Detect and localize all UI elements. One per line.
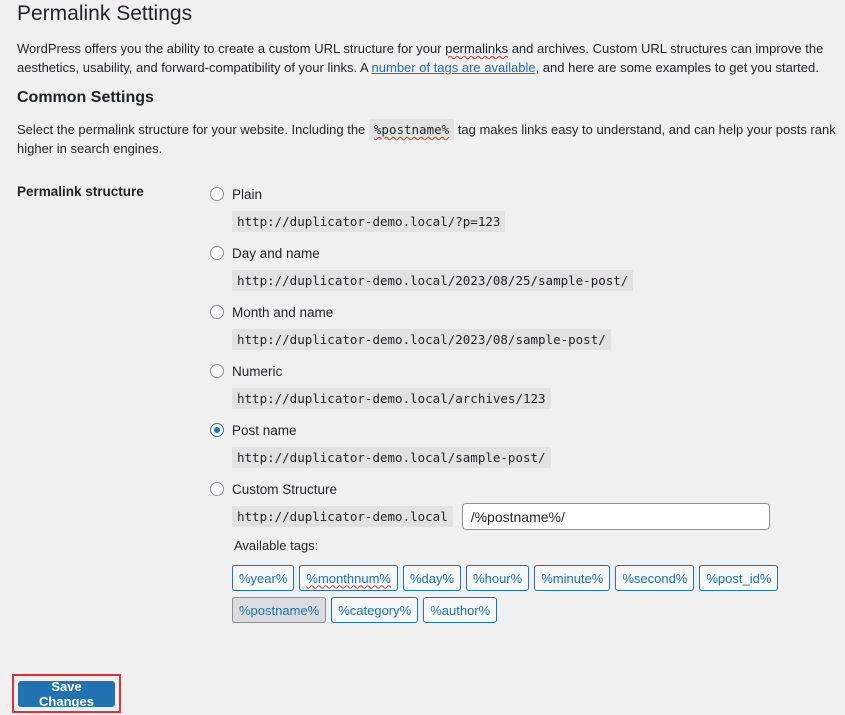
intro-text-part: WordPress offers you the ability to crea… [17, 41, 446, 56]
option-label: Numeric [232, 363, 283, 379]
example-url: http://duplicator-demo.local/?p=123 [232, 211, 506, 232]
option-label: Post name [232, 422, 297, 438]
example-url: http://duplicator-demo.local/archives/12… [232, 388, 551, 409]
custom-base-url: http://duplicator-demo.local [232, 506, 453, 527]
option-label: Plain [232, 186, 263, 202]
radio-custom-structure[interactable] [210, 482, 224, 496]
tag-year-button[interactable]: %year% [232, 565, 295, 591]
option-label: Custom Structure [232, 481, 338, 497]
option-label: Day and name [232, 245, 320, 261]
tag-post-id-button[interactable]: %post_id% [699, 565, 779, 591]
description-part: Select the permalink structure for your … [17, 122, 369, 137]
tag-label: %monthnum% [306, 570, 391, 586]
permalink-settings-page: Permalink Settings WordPress offers you … [17, 0, 845, 715]
tags-available-link[interactable]: number of tags are available [372, 60, 536, 75]
intro-text-part: permalinks [445, 41, 509, 56]
page-title: Permalink Settings [17, 2, 193, 25]
option-month-and-name[interactable]: Month and name http://duplicator-demo.lo… [210, 302, 611, 350]
intro-text: WordPress offers you the ability to crea… [17, 39, 837, 77]
tag-row: %year% %monthnum% %day% %hour% %minute% … [232, 565, 792, 591]
option-day-and-name[interactable]: Day and name http://duplicator-demo.loca… [210, 243, 634, 291]
option-label: Month and name [232, 304, 334, 320]
custom-structure-input[interactable]: /%postname%/ [461, 503, 770, 530]
tag-postname-button[interactable]: %postname% [232, 597, 327, 623]
option-post-name[interactable]: Post name http://duplicator-demo.local/s… [210, 420, 551, 468]
tag-category-button[interactable]: %category% [331, 597, 419, 623]
radio-plain[interactable] [210, 187, 224, 201]
radio-day-and-name[interactable] [210, 246, 224, 260]
custom-structure-row: http://duplicator-demo.local /%postname%… [232, 503, 770, 530]
available-tags-label: Available tags: [234, 538, 319, 553]
tag-minute-button[interactable]: %minute% [534, 565, 611, 591]
common-settings-heading: Common Settings [17, 89, 154, 106]
intro-text-part: , and here are some examples to get you … [535, 60, 819, 75]
tag-monthnum-button[interactable]: %monthnum% [299, 565, 398, 591]
example-url: http://duplicator-demo.local/sample-post… [232, 447, 551, 468]
tag-author-button[interactable]: %author% [423, 597, 498, 623]
option-plain[interactable]: Plain http://duplicator-demo.local/?p=12… [210, 184, 506, 232]
tag-second-button[interactable]: %second% [615, 565, 695, 591]
tag-day-button[interactable]: %day% [402, 565, 462, 591]
tag-row: %postname% %category% %author% [232, 597, 792, 623]
radio-numeric[interactable] [210, 364, 224, 378]
radio-post-name[interactable] [210, 423, 224, 437]
example-url: http://duplicator-demo.local/2023/08/sam… [232, 329, 611, 350]
option-numeric[interactable]: Numeric http://duplicator-demo.local/arc… [210, 361, 551, 409]
option-custom-structure[interactable]: Custom Structure [210, 479, 337, 499]
example-url: http://duplicator-demo.local/2023/08/25/… [232, 270, 634, 291]
radio-month-and-name[interactable] [210, 305, 224, 319]
postname-code: %postname% [368, 119, 455, 140]
available-tags: %year% %monthnum% %day% %hour% %minute% … [232, 565, 792, 629]
permalink-structure-label: Permalink structure [17, 184, 144, 199]
common-settings-description: Select the permalink structure for your … [17, 119, 837, 158]
tag-hour-button[interactable]: %hour% [466, 565, 530, 591]
save-changes-button[interactable]: Save Changes [18, 679, 115, 709]
